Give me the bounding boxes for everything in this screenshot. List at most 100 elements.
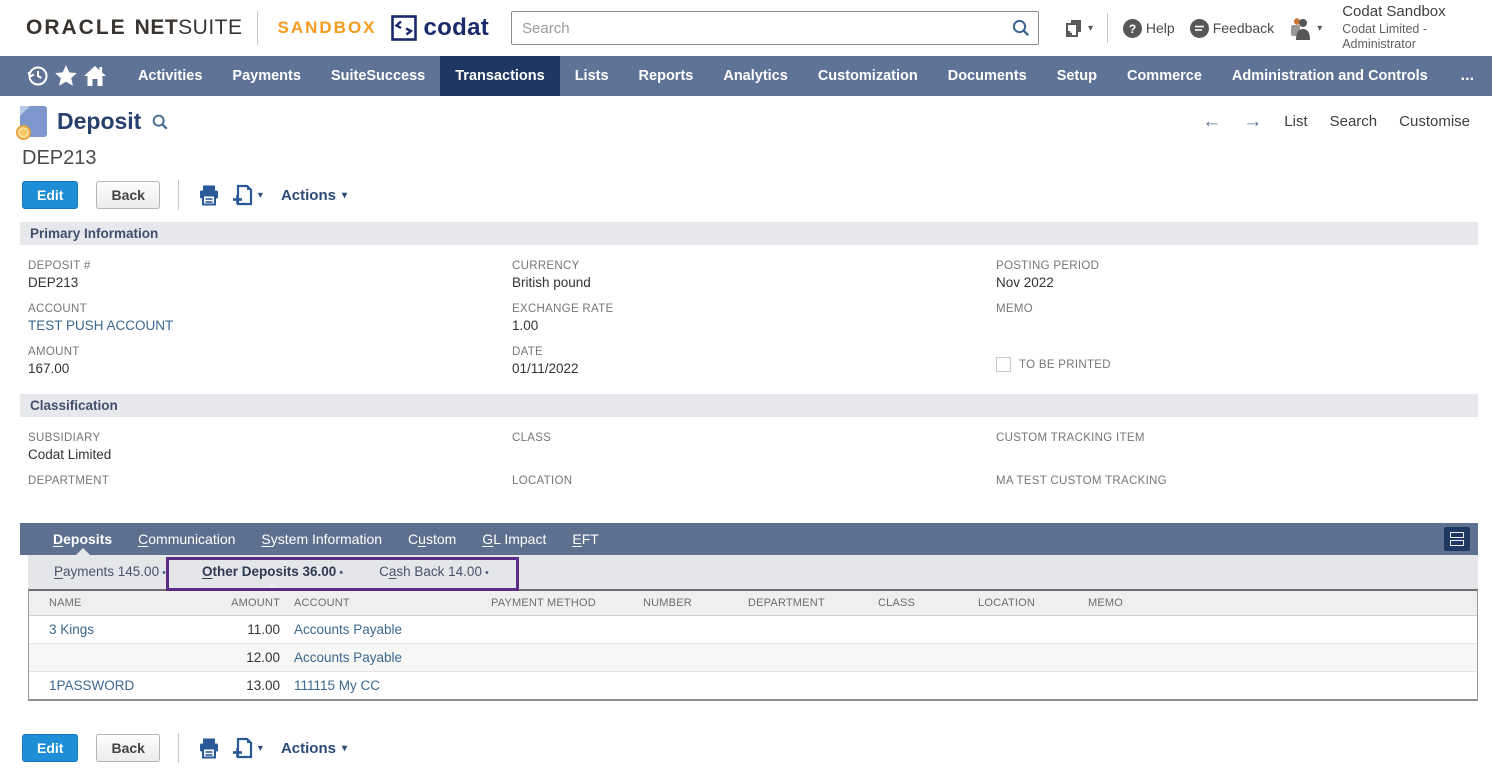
codat-logo-icon <box>391 15 417 41</box>
page-head: Deposit ← → List Search Customise <box>20 106 1478 137</box>
col-class[interactable]: CLASS <box>878 591 978 615</box>
section-header: Primary Information <box>20 222 1478 245</box>
print-icon[interactable] <box>197 183 221 207</box>
classification-col-2: CLASS LOCATION <box>512 421 996 507</box>
field-label: MEMO <box>996 303 1478 315</box>
col-name[interactable]: NAME <box>29 591 179 615</box>
subtab-bullet: • <box>485 567 489 579</box>
search-link[interactable]: Search <box>1330 113 1378 130</box>
net-wordmark: NET <box>135 16 179 39</box>
field-label: DEPARTMENT <box>28 475 512 487</box>
codat-wordmark: codat <box>424 14 490 42</box>
tab-gl-impact[interactable]: GL Impact <box>469 523 559 555</box>
account-role: Codat Limited - Administrator <box>1342 22 1476 53</box>
record-tabs: Deposits Communication System Informatio… <box>20 523 1478 555</box>
primary-col-3: POSTING PERIOD Nov 2022 MEMO TO BE PRINT… <box>996 249 1478 378</box>
col-number[interactable]: NUMBER <box>643 591 748 615</box>
primary-col-2: CURRENCY British pound EXCHANGE RATE 1.0… <box>512 249 996 378</box>
roles-menu[interactable]: ▾ <box>1288 16 1322 40</box>
deposit-name-link[interactable]: 1PASSWORD <box>49 678 134 693</box>
location-cell <box>978 671 1088 699</box>
help-icon: ? <box>1122 18 1143 39</box>
create-new-menu[interactable]: ▾ <box>1063 17 1093 39</box>
class-cell <box>878 671 978 699</box>
actions-menu[interactable]: Actions ▾ <box>281 187 347 204</box>
col-memo[interactable]: MEMO <box>1088 591 1477 615</box>
help-button[interactable]: ? Help <box>1122 18 1175 39</box>
back-button[interactable]: Back <box>96 181 159 209</box>
field-value <box>28 490 512 507</box>
col-account[interactable]: ACCOUNT <box>294 591 491 615</box>
record-search-icon[interactable] <box>151 113 169 131</box>
global-search-input[interactable] <box>511 11 1039 45</box>
edit-button[interactable]: Edit <box>22 181 78 209</box>
sandbox-badge: SANDBOX <box>278 18 377 38</box>
account-link[interactable]: Accounts Payable <box>294 650 402 665</box>
export-menu[interactable]: ▾ <box>231 736 263 760</box>
nav-more-button[interactable]: ... <box>1443 67 1492 85</box>
payment-method-cell <box>491 615 643 643</box>
nav-item-administration[interactable]: Administration and Controls <box>1217 56 1443 96</box>
checkbox-label: TO BE PRINTED <box>1019 359 1111 371</box>
tab-eft[interactable]: EFT <box>559 523 611 555</box>
deposit-name-link[interactable]: 3 Kings <box>49 622 94 637</box>
nav-item-reports[interactable]: Reports <box>624 56 709 96</box>
toolbar-bottom: Edit Back ▾ Actions ▾ <box>22 733 1478 763</box>
customise-link[interactable]: Customise <box>1399 113 1470 130</box>
caret-down-icon: ▾ <box>342 743 347 754</box>
nav-item-activities[interactable]: Activities <box>123 56 217 96</box>
export-menu[interactable]: ▾ <box>231 183 263 207</box>
list-view-toggle-icon[interactable] <box>1444 527 1470 551</box>
field-value <box>512 447 996 464</box>
feedback-button[interactable]: Feedback <box>1189 18 1274 39</box>
subtab-cash-back[interactable]: Cash Back 14.00• <box>365 555 503 590</box>
nav-item-payments[interactable]: Payments <box>217 56 316 96</box>
account-link[interactable]: 111115 My CC <box>294 678 380 693</box>
print-icon[interactable] <box>197 736 221 760</box>
tab-communication[interactable]: Communication <box>125 523 248 555</box>
field-value <box>996 447 1478 464</box>
to-be-printed-checkbox[interactable] <box>996 357 1011 372</box>
nav-item-transactions[interactable]: Transactions <box>440 56 559 96</box>
account-info[interactable]: Codat Sandbox Codat Limited - Administra… <box>1342 3 1476 53</box>
nav-item-lists[interactable]: Lists <box>560 56 624 96</box>
back-button[interactable]: Back <box>96 734 159 762</box>
account-link[interactable]: Accounts Payable <box>294 622 402 637</box>
tab-custom[interactable]: Custom <box>395 523 469 555</box>
edit-button[interactable]: Edit <box>22 734 78 762</box>
list-link[interactable]: List <box>1284 113 1307 130</box>
nav-item-analytics[interactable]: Analytics <box>708 56 802 96</box>
subtab-payments[interactable]: Payments 145.00• <box>40 555 180 590</box>
recent-records-icon[interactable] <box>24 56 52 96</box>
account-link[interactable]: TEST PUSH ACCOUNT <box>28 318 512 335</box>
coin-icon <box>16 125 31 140</box>
field-value: Nov 2022 <box>996 275 1478 292</box>
tab-system-information[interactable]: System Information <box>248 523 395 555</box>
subtab-other-deposits[interactable]: Other Deposits 36.00• <box>188 555 357 590</box>
home-icon[interactable] <box>81 56 109 96</box>
field-currency: CURRENCY British pound <box>512 260 996 292</box>
nav-item-commerce[interactable]: Commerce <box>1112 56 1217 96</box>
field-value: DEP213 <box>28 275 512 292</box>
field-value: 1.00 <box>512 318 996 335</box>
field-label: MA TEST CUSTOM TRACKING <box>996 475 1478 487</box>
col-department[interactable]: DEPARTMENT <box>748 591 878 615</box>
divider <box>178 733 179 763</box>
field-value <box>996 490 1478 507</box>
nav-item-setup[interactable]: Setup <box>1042 56 1112 96</box>
field-date: DATE 01/11/2022 <box>512 346 996 378</box>
col-location[interactable]: LOCATION <box>978 591 1088 615</box>
back-arrow-icon[interactable]: ← <box>1202 111 1221 133</box>
nav-item-documents[interactable]: Documents <box>933 56 1042 96</box>
search-icon[interactable] <box>1011 18 1031 38</box>
col-payment-method[interactable]: PAYMENT METHOD <box>491 591 643 615</box>
actions-menu[interactable]: Actions ▾ <box>281 740 347 757</box>
divider <box>178 180 179 210</box>
tab-deposits[interactable]: Deposits <box>40 523 125 555</box>
roles-icon <box>1288 16 1314 40</box>
shortcuts-star-icon[interactable] <box>52 56 80 96</box>
col-amount[interactable]: AMOUNT <box>179 591 294 615</box>
nav-item-suitesuccess[interactable]: SuiteSuccess <box>316 56 440 96</box>
nav-item-customization[interactable]: Customization <box>803 56 933 96</box>
forward-arrow-icon[interactable]: → <box>1243 111 1262 133</box>
